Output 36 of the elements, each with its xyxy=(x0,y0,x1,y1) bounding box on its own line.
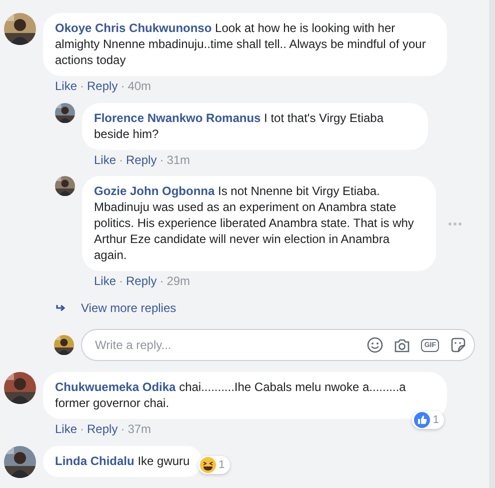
timestamp: 40m xyxy=(128,78,152,94)
comment-text: Florence Nwankwo Romanus I tot that's Virgy Etiaba beside him? xyxy=(94,110,385,142)
author-name[interactable]: Chukwuemeka Odika xyxy=(55,380,176,394)
view-more-replies-link[interactable]: View more replies xyxy=(81,301,176,315)
reply-link[interactable]: Reply xyxy=(126,273,157,289)
separator: · xyxy=(119,152,124,168)
sticker-icon[interactable] xyxy=(450,337,466,353)
comment-text: Gozie John Ogbonna Is not Nnenne bit Virgy Etiaba. Mbadinuju was used as an experiment on Anambra state politics. His experience liberated Anambra state. That is why Arthur Eze candidate will never win election in Anambra again. xyxy=(94,183,415,263)
separator: · xyxy=(80,421,84,437)
author-name[interactable]: Gozie John Ogbonna xyxy=(94,184,215,198)
like-link[interactable]: Like xyxy=(55,421,78,437)
separator: · xyxy=(120,421,125,437)
separator: · xyxy=(160,152,164,168)
reply-link[interactable]: Reply xyxy=(126,152,157,168)
camera-icon[interactable] xyxy=(394,338,410,352)
reply-link[interactable]: Reply xyxy=(87,78,118,94)
laughing-face-icon xyxy=(200,457,216,473)
like-link[interactable]: Like xyxy=(55,78,78,94)
comment-text: Okoye Chris Chukwunonso Look at how he is looking with her almighty Nnenne mbadinuju..time shall tell.. Always be mindful of your actions today xyxy=(55,20,427,68)
separator: · xyxy=(120,78,125,94)
like-link[interactable]: Like xyxy=(94,273,116,289)
author-name[interactable]: Linda Chidalu xyxy=(55,454,134,468)
separator: · xyxy=(119,273,124,289)
separator: · xyxy=(80,78,84,94)
smiley-icon[interactable] xyxy=(367,337,384,353)
author-name[interactable]: Florence Nwankwo Romanus xyxy=(94,111,261,125)
comment-text: Linda Chidalu Ike gwuru xyxy=(55,453,190,469)
timestamp: 29m xyxy=(166,273,190,289)
reply-link[interactable]: Reply xyxy=(87,421,118,437)
comment-text: Chukwuemeka Odika chai..........Ihe Cabals melu nwoke a.........a former governor chai. xyxy=(55,379,407,411)
separator: · xyxy=(160,273,164,289)
author-name[interactable]: Okoye Chris Chukwunonso xyxy=(55,21,212,35)
timestamp: 31m xyxy=(166,152,190,168)
timestamp: 37m xyxy=(128,421,152,437)
like-link[interactable]: Like xyxy=(94,152,116,168)
reply-arrow-icon xyxy=(56,304,66,312)
